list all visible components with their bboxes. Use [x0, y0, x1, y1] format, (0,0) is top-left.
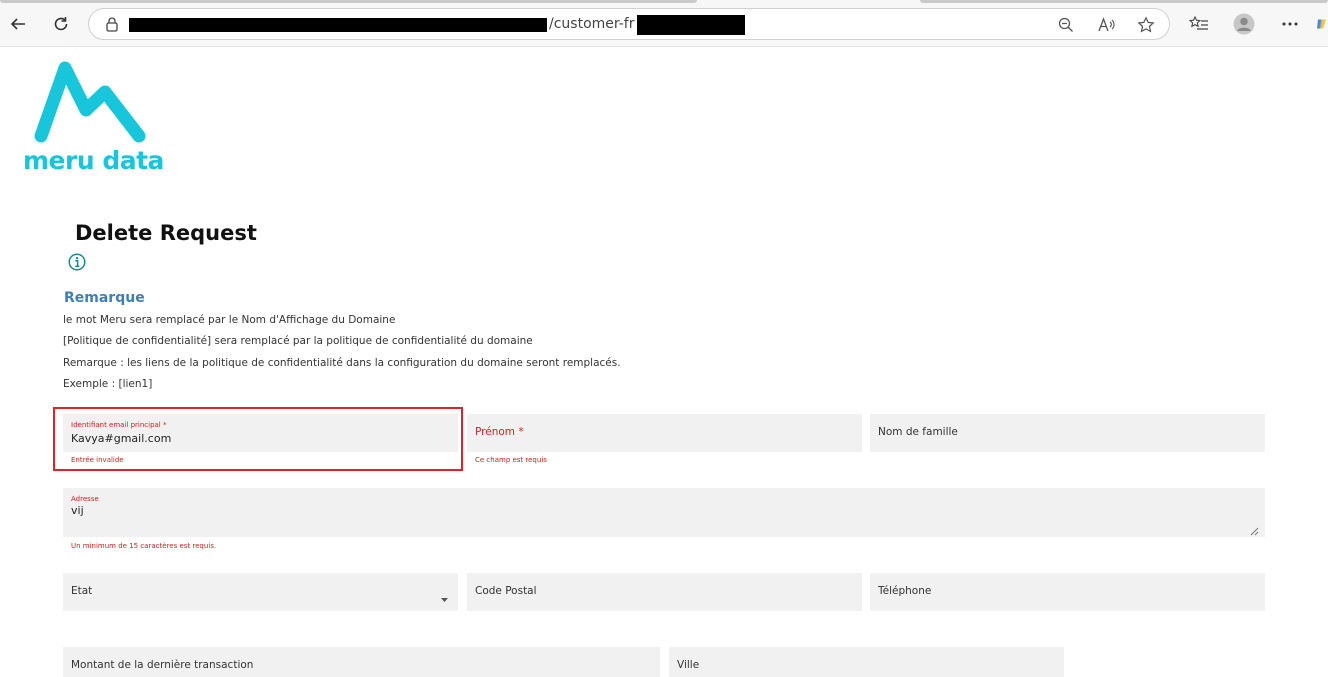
back-arrow-icon[interactable] [4, 10, 32, 38]
code-postal-label: Code Postal [475, 585, 537, 597]
nom-de-famille-field[interactable]: Nom de famille [870, 414, 1265, 452]
prenom-error: Ce champ est requis [475, 456, 547, 464]
chevron-down-icon[interactable] [441, 589, 448, 607]
profile-avatar-icon[interactable] [1231, 11, 1257, 37]
resize-handle-icon[interactable] [1250, 523, 1259, 536]
tab-strip-edge [920, 0, 1328, 3]
etat-select[interactable]: Etat [63, 573, 458, 611]
prenom-field[interactable]: Prénom * [467, 414, 862, 452]
favorites-list-icon[interactable] [1186, 11, 1212, 37]
remarque-heading: Remarque [64, 290, 145, 306]
adresse-label: Adresse [71, 495, 99, 503]
adresse-error: Un minimum de 15 caractères est requis. [71, 542, 217, 550]
more-options-icon[interactable] [1277, 11, 1303, 37]
montant-label: Montant de la dernière transaction [71, 659, 254, 671]
montant-field[interactable]: Montant de la dernière transaction [63, 647, 660, 677]
zoom-out-icon[interactable] [1055, 14, 1077, 36]
address-bar[interactable]: /customer-fr [88, 8, 1170, 40]
remarque-line: [Politique de confidentialité] sera remp… [63, 335, 533, 347]
redacted-url [637, 15, 745, 35]
ville-field[interactable]: Ville [669, 647, 1064, 677]
adresse-value[interactable]: vij [71, 504, 84, 517]
page-title: Delete Request [75, 221, 257, 245]
telephone-label: Téléphone [878, 585, 932, 597]
prenom-label: Prénom * [475, 426, 524, 438]
url-text[interactable]: /customer-fr [549, 16, 634, 32]
etat-label: Etat [71, 585, 93, 597]
browser-toolbar: /customer-fr [0, 0, 1328, 47]
read-aloud-icon[interactable] [1095, 14, 1117, 36]
nom-de-famille-label: Nom de famille [878, 426, 958, 438]
redacted-url [129, 18, 547, 32]
star-icon[interactable] [1135, 14, 1157, 36]
adresse-textarea[interactable]: Adresse vij [63, 488, 1265, 537]
tab-strip-edge [0, 0, 697, 3]
remarque-line: le mot Meru sera remplacé par le Nom d'A… [63, 314, 396, 326]
remarque-line: Remarque : les liens de la politique de … [63, 357, 621, 369]
logo-wordmark: meru data [23, 146, 164, 175]
refresh-icon[interactable] [47, 10, 75, 38]
telephone-field[interactable]: Téléphone [870, 573, 1265, 611]
lock-icon[interactable] [105, 16, 119, 37]
email-highlight-box [53, 407, 463, 471]
info-icon[interactable] [68, 253, 86, 271]
ville-label: Ville [677, 659, 700, 671]
code-postal-field[interactable]: Code Postal [467, 573, 862, 611]
copilot-icon[interactable] [1316, 11, 1328, 37]
remarque-line: Exemple : [lien1] [63, 378, 153, 390]
